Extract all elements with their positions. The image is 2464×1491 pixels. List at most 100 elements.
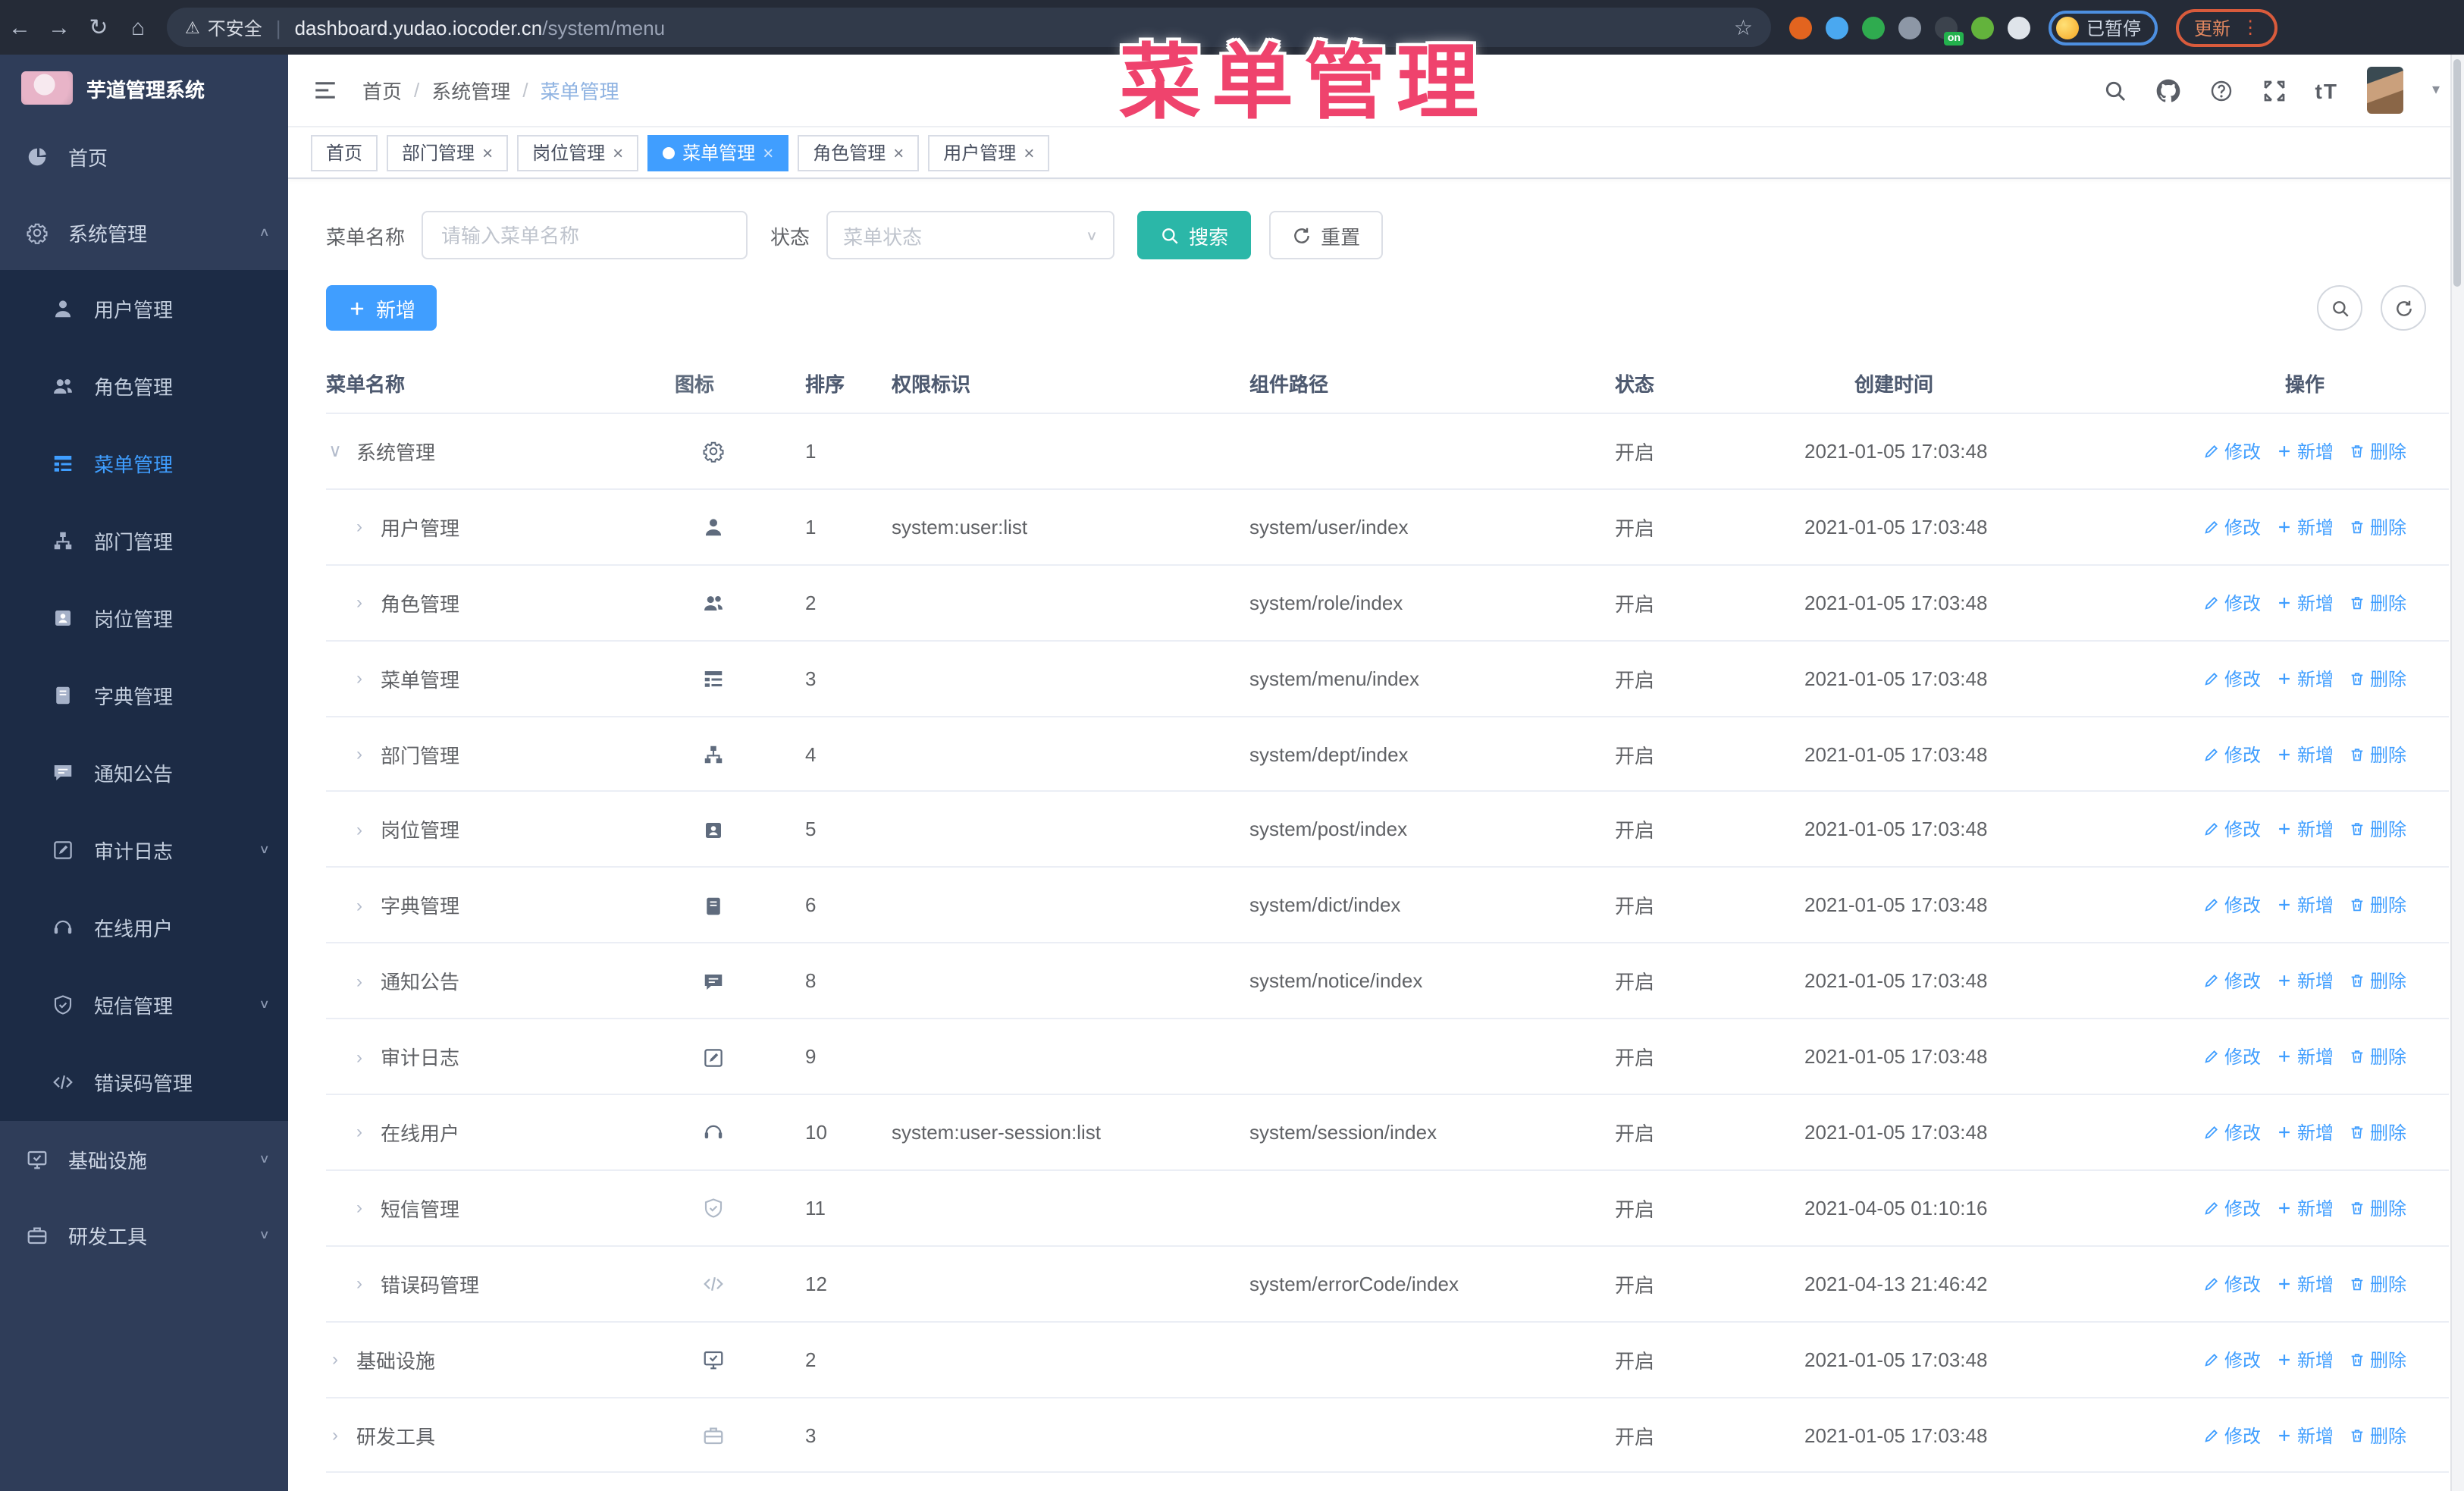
sidebar-subitem[interactable]: 岗位管理 [0,579,288,657]
edit-link[interactable]: 修改 [2203,1044,2261,1069]
reload-icon[interactable]: ↻ [79,14,118,41]
add-child-link[interactable]: 新增 [2276,589,2334,615]
expand-arrow-icon[interactable]: › [350,1046,368,1067]
edit-link[interactable]: 修改 [2203,1195,2261,1221]
delete-link[interactable]: 删除 [2349,589,2406,615]
add-child-link[interactable]: 新增 [2276,665,2334,691]
edit-link[interactable]: 修改 [2203,589,2261,615]
menu-name-input[interactable] [422,211,748,259]
hamburger-icon[interactable] [312,77,338,103]
profile-paused-badge[interactable]: 已暂停 [2049,10,2158,45]
edit-link[interactable]: 修改 [2203,665,2261,691]
proxy-extension[interactable]: on [1935,16,1964,45]
orange-extension[interactable] [1789,16,1812,39]
edit-link[interactable]: 修改 [2203,1346,2261,1372]
toggle-search-button[interactable] [2317,285,2362,331]
edit-link[interactable]: 修改 [2203,514,2261,540]
help-icon[interactable] [2209,78,2234,102]
expand-arrow-icon[interactable]: ∨ [326,441,344,462]
scrollbar-thumb[interactable] [2453,59,2461,287]
view-tab[interactable]: 角色管理 × [798,134,920,171]
sidebar-subitem[interactable]: 通知公告 [0,734,288,811]
home-icon[interactable]: ⌂ [118,14,158,40]
tab-close-icon[interactable]: × [613,143,623,162]
add-child-link[interactable]: 新增 [2276,1346,2334,1372]
avatar-caret-icon[interactable]: ▾ [2432,82,2440,99]
back-icon[interactable]: ← [0,14,39,40]
user-avatar[interactable] [2366,67,2403,114]
edit-link[interactable]: 修改 [2203,438,2261,464]
tab-close-icon[interactable]: × [893,143,904,162]
delete-link[interactable]: 删除 [2349,1346,2406,1372]
expand-arrow-icon[interactable]: › [350,667,368,689]
tab-close-icon[interactable]: × [763,143,773,162]
add-child-link[interactable]: 新增 [2276,741,2334,767]
sidebar-subitem[interactable]: 角色管理 [0,347,288,425]
sidebar-subitem[interactable]: 部门管理 [0,502,288,579]
add-child-link[interactable]: 新增 [2276,514,2334,540]
view-tab[interactable]: 首页 [311,134,378,171]
expand-arrow-icon[interactable]: › [350,1273,368,1294]
delete-link[interactable]: 删除 [2349,1119,2406,1145]
update-button[interactable]: 更新 ⋮ [2176,8,2278,46]
delete-link[interactable]: 删除 [2349,1422,2406,1448]
sidebar-subitem[interactable]: 短信管理 ∨ [0,966,288,1044]
add-child-link[interactable]: 新增 [2276,1195,2334,1221]
view-tab[interactable]: 菜单管理 × [647,134,789,171]
sidebar-item[interactable]: 首页 [0,118,288,194]
expand-arrow-icon[interactable]: › [326,1424,344,1445]
edit-link[interactable]: 修改 [2203,1270,2261,1296]
edit-link[interactable]: 修改 [2203,1422,2261,1448]
add-child-link[interactable]: 新增 [2276,1044,2334,1069]
font-size-icon[interactable]: tT [2315,78,2338,102]
app-logo[interactable]: 芋道管理系统 [0,55,288,118]
gray-extension[interactable] [1898,16,1921,39]
sidebar-item[interactable]: 研发工具 ∨ [0,1197,288,1273]
expand-arrow-icon[interactable]: › [350,743,368,764]
bookmark-star-icon[interactable]: ☆ [1734,14,1753,40]
forward-icon[interactable]: → [39,14,79,40]
add-button[interactable]: 新增 [326,285,437,331]
delete-link[interactable]: 删除 [2349,817,2406,843]
github-icon[interactable] [2156,78,2180,102]
delete-link[interactable]: 删除 [2349,514,2406,540]
address-bar[interactable]: ⚠ 不安全 | dashboard.yudao.iocoder.cn/syste… [167,8,1771,47]
view-tab[interactable]: 用户管理 × [928,134,1050,171]
edit-link[interactable]: 修改 [2203,893,2261,918]
sidebar-subitem[interactable]: 字典管理 [0,657,288,734]
search-button[interactable]: 搜索 [1137,211,1252,259]
delete-link[interactable]: 删除 [2349,741,2406,767]
sidebar-subitem[interactable]: 错误码管理 [0,1044,288,1121]
reset-button[interactable]: 重置 [1269,211,1384,259]
expand-arrow-icon[interactable]: › [350,819,368,840]
delete-link[interactable]: 删除 [2349,893,2406,918]
security-label[interactable]: 不安全 [208,14,262,40]
window-scrollbar[interactable] [2450,55,2464,1491]
tab-close-icon[interactable]: × [1024,143,1034,162]
sidebar-item[interactable]: 基础设施 ∨ [0,1121,288,1197]
url-host[interactable]: dashboard.yudao.iocoder.cn [295,16,543,39]
tab-close-icon[interactable]: × [482,143,493,162]
sidebar-subitem[interactable]: 用户管理 [0,270,288,347]
view-tab[interactable]: 岗位管理 × [517,134,639,171]
expand-arrow-icon[interactable]: › [350,1122,368,1143]
edit-link[interactable]: 修改 [2203,741,2261,767]
expand-arrow-icon[interactable]: › [350,1198,368,1219]
view-tab[interactable]: 部门管理 × [387,134,509,171]
gem-extension[interactable] [1826,16,1848,39]
puzzle-extension[interactable] [2008,16,2030,39]
breadcrumb-system[interactable]: 系统管理 [431,76,510,105]
delete-link[interactable]: 删除 [2349,1270,2406,1296]
refresh-table-button[interactable] [2381,285,2426,331]
delete-link[interactable]: 删除 [2349,1195,2406,1221]
url-path[interactable]: /system/menu [542,16,665,39]
delete-link[interactable]: 删除 [2349,1044,2406,1069]
delete-link[interactable]: 删除 [2349,438,2406,464]
status-select[interactable]: 菜单状态 ∨ [826,211,1115,259]
edit-link[interactable]: 修改 [2203,1119,2261,1145]
expand-arrow-icon[interactable]: › [350,592,368,613]
add-child-link[interactable]: 新增 [2276,968,2334,993]
sidebar-subitem[interactable]: 在线用户 [0,889,288,966]
delete-link[interactable]: 删除 [2349,665,2406,691]
expand-arrow-icon[interactable]: › [350,895,368,916]
